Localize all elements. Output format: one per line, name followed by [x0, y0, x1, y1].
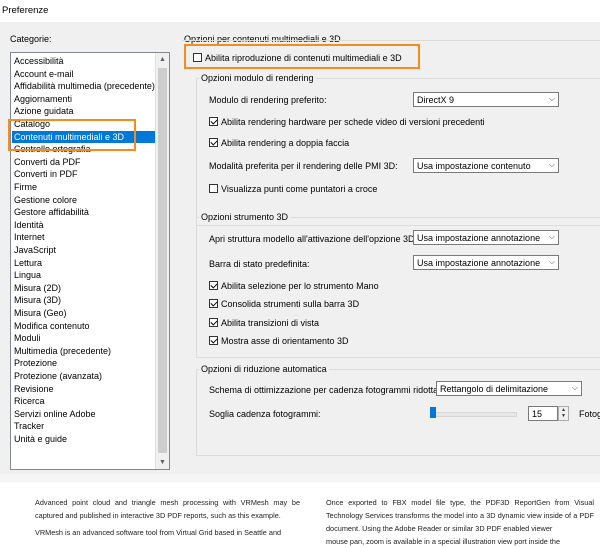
category-item[interactable]: Lingua — [14, 269, 41, 281]
optimization-value: Rettangolo di delimitazione — [440, 384, 549, 394]
category-item[interactable]: Protezione — [14, 357, 57, 369]
scroll-up-icon[interactable]: ▲ — [156, 53, 169, 66]
category-item[interactable]: Ricerca — [14, 395, 45, 407]
consolidate-tools-checkbox[interactable] — [209, 299, 218, 308]
document-background: Advanced point cloud and triangle mesh p… — [0, 474, 600, 546]
chevron-down-icon: ⌵ — [548, 257, 555, 266]
category-item[interactable]: Aggiornamenti — [14, 93, 72, 105]
category-item[interactable]: Servizi online Adobe — [14, 408, 96, 420]
category-item[interactable]: Misura (3D) — [14, 294, 61, 306]
category-item[interactable]: Affidabilità multimedia (precedente) — [14, 80, 155, 92]
category-item[interactable]: Protezione (avanzata) — [14, 370, 102, 382]
double-side-label: Abilita rendering a doppia faccia — [221, 138, 350, 148]
category-item[interactable]: Converti in PDF — [14, 168, 78, 180]
category-item[interactable]: Lettura — [14, 257, 42, 269]
category-item[interactable]: Accessibilità — [14, 55, 64, 67]
category-item[interactable]: Gestore affidabilità — [14, 206, 89, 218]
category-item[interactable]: Internet — [14, 231, 45, 243]
category-item[interactable]: Azione guidata — [14, 105, 74, 117]
doc-col2-para1: Once exported to FBX model file type, th… — [326, 498, 594, 533]
optimization-select[interactable]: Rettangolo di delimitazione ⌵ — [436, 381, 582, 396]
highlight-box-category — [8, 119, 136, 151]
category-item[interactable]: Gestione colore — [14, 194, 77, 206]
rendering-title: Opzioni modulo di rendering — [199, 73, 316, 83]
orientation-axis-label: Mostra asse di orientamento 3D — [221, 336, 349, 346]
orientation-axis-checkbox[interactable] — [209, 336, 218, 345]
framerate-slider-track[interactable] — [430, 412, 517, 417]
framerate-spin-input[interactable]: 15 — [528, 406, 558, 421]
title-bar: Preferenze — [0, 0, 600, 23]
pmi-value: Usa impostazione contenuto — [417, 161, 531, 171]
framerate-slider-thumb[interactable] — [430, 407, 436, 418]
category-item[interactable]: Misura (Geo) — [14, 307, 67, 319]
tool3d-title: Opzioni strumento 3D — [199, 212, 291, 222]
category-item[interactable]: Account e-mail — [14, 68, 74, 80]
categories-scrollbar[interactable]: ▲ ▼ — [155, 53, 169, 469]
renderer-select[interactable]: DirectX 9 ⌵ — [413, 92, 559, 107]
preferences-dialog: Categorie: Accessibilità Account e-mail Af… — [0, 22, 600, 474]
reduction-title: Opzioni di riduzione automatica — [199, 364, 329, 374]
view-transitions-label: Abilita transizioni di vista — [221, 318, 320, 328]
framerate-threshold-label: Soglia cadenza fotogrammi: — [209, 409, 321, 419]
double-side-checkbox[interactable] — [209, 138, 218, 147]
renderer-value: DirectX 9 — [417, 95, 455, 105]
window-title: Preferenze — [2, 5, 49, 16]
renderer-label: Modulo di rendering preferito: — [209, 95, 327, 105]
doc-col1-para1: Advanced point cloud and triangle mesh p… — [35, 498, 300, 520]
media3d-divider — [182, 40, 600, 42]
spin-arrows-icon[interactable]: ▲ ▼ — [558, 406, 569, 421]
scrollbar-thumb[interactable] — [158, 68, 167, 453]
model-tree-value: Usa impostazione annotazione — [417, 233, 541, 243]
model-tree-label: Apri struttura modello all'attivazione d… — [209, 234, 418, 244]
view-transitions-checkbox[interactable] — [209, 318, 218, 327]
crosshair-checkbox[interactable] — [209, 184, 218, 193]
category-item[interactable]: JavaScript — [14, 244, 56, 256]
chevron-down-icon: ⌵ — [548, 232, 555, 241]
hw-rendering-label: Abilita rendering hardware per schede vi… — [221, 117, 485, 127]
media3d-title: Opzioni per contenuti multimediali e 3D — [184, 34, 341, 44]
category-item[interactable]: Converti da PDF — [14, 156, 81, 168]
category-item[interactable]: Multimedia (precedente) — [14, 345, 111, 357]
hand-tool-label: Abilita selezione per lo strumento Mano — [221, 281, 379, 291]
model-tree-select[interactable]: Usa impostazione annotazione ⌵ — [413, 230, 559, 245]
toolbar-state-label: Barra di stato predefinita: — [209, 259, 310, 269]
pdf-page: Advanced point cloud and triangle mesh p… — [0, 482, 600, 546]
categories-list[interactable]: Accessibilità Account e-mail Affidabilità … — [10, 52, 170, 470]
crosshair-label: Visualizza punti come puntatori a croce — [221, 184, 378, 194]
doc-col2-para2: mouse pan, zoom is available in a specia… — [326, 537, 561, 546]
pmi-select[interactable]: Usa impostazione contenuto ⌵ — [413, 158, 559, 173]
toolbar-state-select[interactable]: Usa impostazione annotazione ⌵ — [413, 255, 559, 270]
category-item[interactable]: Revisione — [14, 383, 54, 395]
doc-col1-para2: VRMesh is an advanced software tool from… — [35, 528, 282, 537]
category-item[interactable]: Misura (2D) — [14, 282, 61, 294]
framerate-unit: Fotog — [579, 409, 600, 419]
hw-rendering-checkbox[interactable] — [209, 117, 218, 126]
chevron-down-icon: ⌵ — [548, 160, 555, 169]
chevron-down-icon: ⌵ — [548, 94, 555, 103]
category-item[interactable]: Moduli — [14, 332, 41, 344]
hand-tool-checkbox[interactable] — [209, 281, 218, 290]
pmi-label: Modalità preferita per il rendering dell… — [209, 161, 398, 171]
scroll-down-icon[interactable]: ▼ — [156, 456, 169, 469]
category-item[interactable]: Modifica contenuto — [14, 320, 90, 332]
category-item[interactable]: Unità e guide — [14, 433, 67, 445]
framerate-value: 15 — [532, 409, 543, 419]
chevron-down-icon: ⌵ — [571, 383, 578, 392]
category-item[interactable]: Tracker — [14, 420, 44, 432]
consolidate-tools-label: Consolida strumenti sulla barra 3D — [221, 299, 360, 309]
category-item[interactable]: Identità — [14, 219, 44, 231]
highlight-box-playback — [184, 44, 420, 69]
toolbar-state-value: Usa impostazione annotazione — [417, 258, 541, 268]
category-item[interactable]: Firme — [14, 181, 37, 193]
optimization-label: Schema di ottimizzazione per cadenza fot… — [209, 385, 441, 395]
categories-label: Categorie: — [10, 34, 52, 44]
